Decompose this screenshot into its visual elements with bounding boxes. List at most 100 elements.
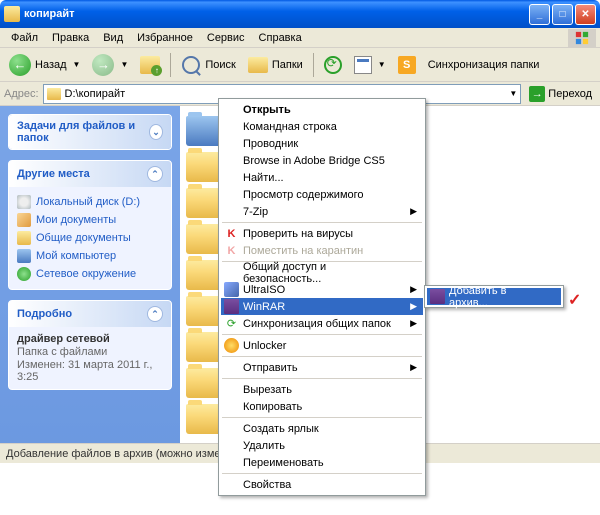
ctx-view-contents[interactable]: Просмотр содержимого xyxy=(221,186,423,203)
places-panel-title: Другие места xyxy=(17,168,90,180)
menu-favorites[interactable]: Избранное xyxy=(130,30,200,46)
ctx-sync-folders[interactable]: ⟳Синхронизация общих папок▶ xyxy=(221,315,423,332)
chevron-up-icon[interactable]: ⌃ xyxy=(147,166,163,182)
sidebar-item-my-documents[interactable]: Мои документы xyxy=(17,211,163,229)
ctx-label: Unlocker xyxy=(243,340,286,352)
menu-file[interactable]: Файл xyxy=(4,30,45,46)
folders-button[interactable]: Папки xyxy=(243,54,308,76)
ctx-sendto[interactable]: Отправить▶ xyxy=(221,359,423,376)
ctx-label: Синхронизация общих папок xyxy=(243,318,391,330)
sidebar-item-network[interactable]: Сетевое окружение xyxy=(17,265,163,283)
title-bar: копирайт _ □ ✕ xyxy=(0,0,600,28)
ctx-label: Проводник xyxy=(243,138,298,150)
sidebar-item-shared-documents[interactable]: Общие документы xyxy=(17,229,163,247)
ctx-properties[interactable]: Свойства xyxy=(221,476,423,493)
toolbar-separator xyxy=(170,53,171,77)
details-panel-header[interactable]: Подробно ⌃ xyxy=(9,301,171,327)
forward-button[interactable]: → ▼ xyxy=(87,51,133,79)
folder-icon xyxy=(186,260,222,290)
back-dropdown-icon[interactable]: ▼ xyxy=(73,60,81,69)
ctx-label: 7-Zip xyxy=(243,206,268,218)
menu-tools[interactable]: Сервис xyxy=(200,30,252,46)
chevron-right-icon: ▶ xyxy=(410,301,417,312)
ctx-cmdline[interactable]: Командная строка xyxy=(221,118,423,135)
ctx-explorer[interactable]: Проводник xyxy=(221,135,423,152)
menu-view[interactable]: Вид xyxy=(96,30,130,46)
maximize-button[interactable]: □ xyxy=(552,4,573,25)
ctx-cut[interactable]: Вырезать xyxy=(221,381,423,398)
ctx-ultraiso[interactable]: UltraISO▶ xyxy=(221,281,423,298)
windows-logo-icon xyxy=(568,29,596,47)
ctx-rename[interactable]: Переименовать xyxy=(221,454,423,471)
ctx-7zip[interactable]: 7-Zip ▶ xyxy=(221,203,423,220)
s-icon: S xyxy=(398,56,416,74)
sync-folder-label: Синхронизация папки xyxy=(428,59,540,71)
toolbar: ← Назад ▼ → ▼ Поиск Папки ▼ S Синхрониза… xyxy=(0,48,600,82)
menu-help[interactable]: Справка xyxy=(252,30,309,46)
sidebar-item-my-computer[interactable]: Мой компьютер xyxy=(17,247,163,265)
close-button[interactable]: ✕ xyxy=(575,4,596,25)
folder-icon xyxy=(186,152,222,182)
folders-icon xyxy=(248,57,268,73)
sidebar-item-local-disk[interactable]: Локальный диск (D:) xyxy=(17,193,163,211)
chevron-up-icon[interactable]: ⌃ xyxy=(147,306,163,322)
address-dropdown-icon[interactable]: ▼ xyxy=(509,89,517,98)
ctx-separator xyxy=(222,222,422,223)
search-button[interactable]: Поиск xyxy=(176,52,240,78)
ctx-copy[interactable]: Копировать xyxy=(221,398,423,415)
go-button[interactable]: → Переход xyxy=(525,84,596,104)
ctx-virus[interactable]: KПроверить на вирусы xyxy=(221,225,423,242)
menu-edit[interactable]: Правка xyxy=(45,30,96,46)
sidebar-item-label: Мои документы xyxy=(36,214,116,226)
fwd-dropdown-icon[interactable]: ▼ xyxy=(120,60,128,69)
ctx-quarantine: KПоместить на карантин xyxy=(221,242,423,259)
kaspersky-icon: K xyxy=(224,243,239,258)
address-folder-icon xyxy=(47,88,61,100)
shared-icon xyxy=(17,231,31,245)
ctx-unlocker[interactable]: Unlocker xyxy=(221,337,423,354)
window-folder-icon xyxy=(4,6,20,22)
ctx-label: Копировать xyxy=(243,401,302,413)
ctx-label: Открыть xyxy=(243,104,291,116)
ctx-sharing[interactable]: Общий доступ и безопасность... xyxy=(221,264,423,281)
folder-icon xyxy=(186,296,222,326)
ctx-bridge[interactable]: Browse in Adobe Bridge CS5 xyxy=(221,152,423,169)
ctx-delete[interactable]: Удалить xyxy=(221,437,423,454)
ctx-shortcut[interactable]: Создать ярлык xyxy=(221,420,423,437)
folders-label: Папки xyxy=(272,59,303,71)
s-button[interactable]: S xyxy=(393,53,421,77)
ctx-open[interactable]: Открыть xyxy=(221,101,423,118)
views-dropdown-icon[interactable]: ▼ xyxy=(378,60,386,69)
ctx-label: Найти... xyxy=(243,172,284,184)
details-panel: Подробно ⌃ драйвер сетевой Папка с файла… xyxy=(8,300,172,390)
ctx-label: Удалить xyxy=(243,440,285,452)
up-button[interactable] xyxy=(135,53,165,77)
places-panel-header[interactable]: Другие места ⌃ xyxy=(9,161,171,187)
chevron-down-icon[interactable]: ⌄ xyxy=(149,124,163,140)
places-panel-body: Локальный диск (D:) Мои документы Общие … xyxy=(9,187,171,289)
folder-icon xyxy=(186,404,222,434)
ctx-separator xyxy=(222,378,422,379)
views-button[interactable]: ▼ xyxy=(349,53,391,77)
disk-icon xyxy=(17,195,31,209)
folder-icon xyxy=(186,332,222,362)
ctx-separator xyxy=(222,334,422,335)
folder-icon xyxy=(186,368,222,398)
ctx-label: Свойства xyxy=(243,479,291,491)
sync-button[interactable] xyxy=(319,53,347,77)
sidebar-item-label: Сетевое окружение xyxy=(36,268,136,280)
annotation-checkmark-icon: ✓ xyxy=(568,290,581,310)
sidebar-item-label: Локальный диск (D:) xyxy=(36,196,140,208)
submenu-add-archive[interactable]: Добавить в архив... xyxy=(427,288,561,305)
ctx-winrar[interactable]: WinRAR▶ xyxy=(221,298,423,315)
winrar-icon xyxy=(430,289,445,304)
tasks-panel-header[interactable]: Задачи для файлов и папок ⌄ xyxy=(9,115,171,149)
tasks-panel-title: Задачи для файлов и папок xyxy=(17,120,149,144)
minimize-button[interactable]: _ xyxy=(529,4,550,25)
sync-folder-button[interactable]: Синхронизация папки xyxy=(423,56,545,74)
chevron-right-icon: ▶ xyxy=(410,206,417,217)
ctx-find[interactable]: Найти... xyxy=(221,169,423,186)
ctx-separator xyxy=(222,473,422,474)
back-button[interactable]: ← Назад ▼ xyxy=(4,51,85,79)
kaspersky-icon: K xyxy=(224,226,239,241)
